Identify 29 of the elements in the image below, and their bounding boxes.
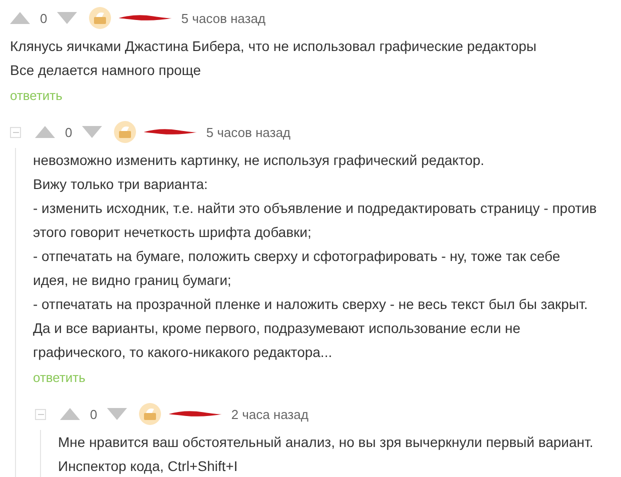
downvote-icon[interactable] xyxy=(82,126,102,138)
comment-text: - изменить исходник, т.е. найти это объявление и подредактировать страницу - против этого говорит нечеткость шрифта добавки; xyxy=(33,199,598,242)
avatar-icon[interactable] xyxy=(139,403,162,425)
downvote-icon[interactable] xyxy=(57,12,78,24)
rating-count: 0 xyxy=(90,406,98,422)
comment-text: Да и все варианты, кроме первого, подразумевают использование если не графического, то какого-никакого редактора... xyxy=(33,319,522,362)
upvote-icon[interactable] xyxy=(10,12,30,24)
rating-count: 0 xyxy=(65,124,72,140)
avatar-icon[interactable] xyxy=(114,121,136,143)
upvote-icon[interactable] xyxy=(35,126,55,138)
comment-time: 5 часов назад xyxy=(206,124,291,140)
reply-link[interactable]: ответить xyxy=(10,86,598,106)
comment-time: 5 часов назад xyxy=(181,10,266,26)
reply-link[interactable]: ответить xyxy=(33,368,598,388)
comment-text: Инспектор кода, Ctrl+Shift+I xyxy=(58,457,239,476)
upvote-icon[interactable] xyxy=(60,408,80,420)
comment-text: Вижу только три варианта: xyxy=(33,175,209,194)
downvote-icon[interactable] xyxy=(107,408,128,420)
comment-text: Мне нравится ваш обстоятельный анализ, но вы зря вычеркнули первый вариант. xyxy=(58,433,594,452)
rating-count: 0 xyxy=(40,10,48,26)
comment-text: - отпечатать на бумаге, положить сверху и сфотографировать - ну, тоже так себе идея, не видно границ бумаги; xyxy=(33,247,562,290)
comment-text: невозможно изменить картинку, не используя графический редактор. xyxy=(33,151,486,170)
comment-text: Клянусь яичками Джастина Бибера, что не использовал графические редакторы xyxy=(10,37,538,56)
comment-time: 2 часа назад xyxy=(231,406,308,422)
avatar-icon[interactable] xyxy=(89,7,112,29)
collapse-button[interactable] xyxy=(10,126,21,138)
comment-text: - отпечатать на прозрачной пленке и наложить сверху - не весь текст был бы закрыт. xyxy=(33,295,589,314)
collapse-button[interactable] xyxy=(35,408,46,420)
comment-text: Все делается намного проще xyxy=(10,61,202,80)
